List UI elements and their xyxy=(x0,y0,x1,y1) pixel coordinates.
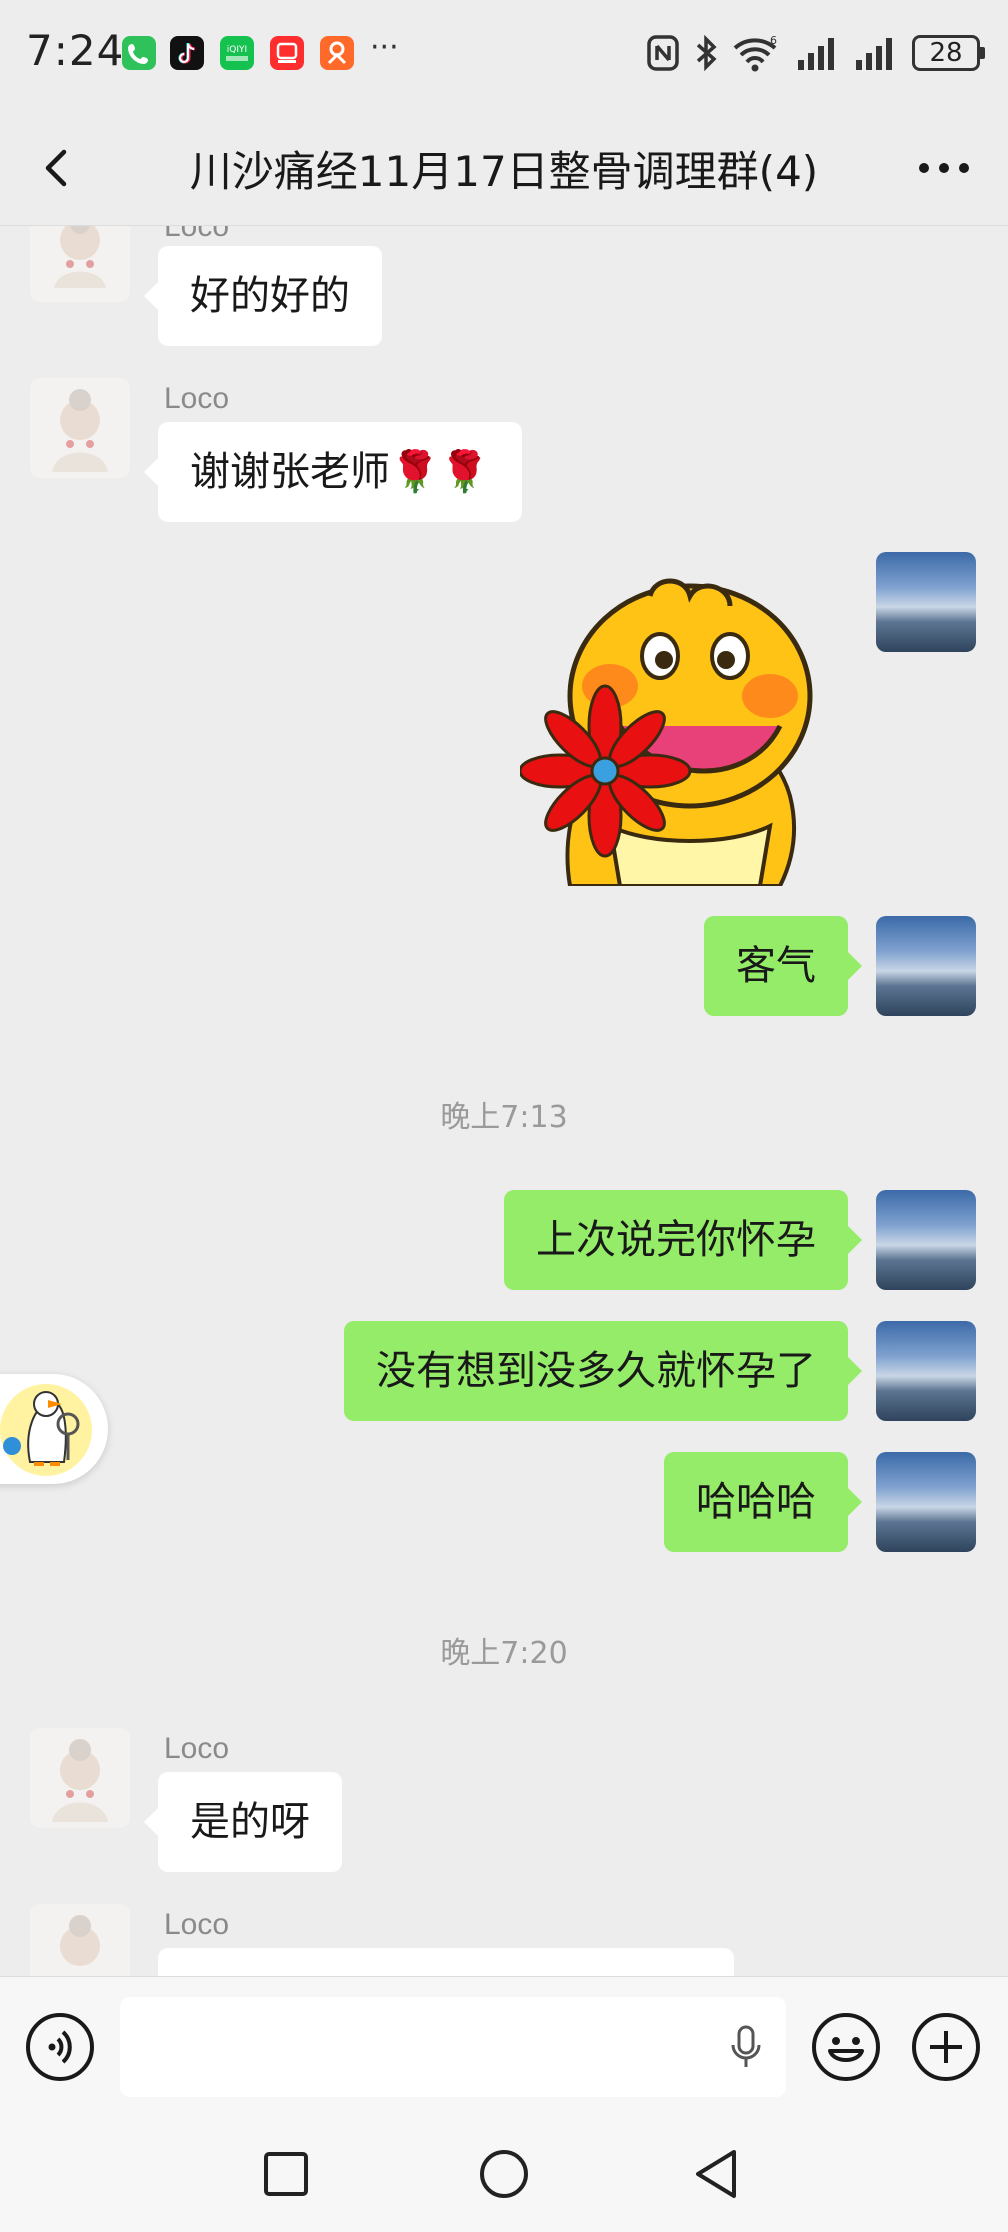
avatar[interactable] xyxy=(30,226,130,302)
plus-icon xyxy=(930,2031,962,2063)
back-triangle-icon[interactable] xyxy=(692,2148,740,2200)
timestamp: 晚上7:20 xyxy=(440,1636,568,1671)
battery-indicator: 28 xyxy=(912,35,985,71)
emoji-button[interactable] xyxy=(812,2013,880,2081)
my-avatar[interactable] xyxy=(876,1452,976,1552)
wifi-icon: 6 xyxy=(733,34,777,72)
home-circle-icon[interactable] xyxy=(478,2148,530,2200)
sender-name: Loco xyxy=(164,1908,230,1941)
input-bar xyxy=(0,1976,1008,2116)
message-bubble[interactable]: 谢谢张老师🌹🌹 xyxy=(144,422,522,522)
status-indicators: 6 28 xyxy=(646,34,985,72)
nfc-icon xyxy=(647,35,679,71)
more-button[interactable] xyxy=(908,138,980,198)
message-bubble[interactable]: 上次说完你怀孕 xyxy=(504,1190,862,1290)
signal-1-icon xyxy=(798,38,834,70)
svg-text:iQIYI: iQIYI xyxy=(227,45,247,55)
sender-name: Loco xyxy=(164,226,230,243)
message-bubble[interactable]: 是的呀 xyxy=(144,1772,342,1872)
message-bubble[interactable] xyxy=(158,1948,734,1976)
taobao-app-icon xyxy=(270,36,304,70)
voice-button[interactable] xyxy=(26,2013,94,2081)
status-bar: 7:24 iQIYI ··· 6 28 xyxy=(0,0,1008,108)
message-bubble[interactable]: 好的好的 xyxy=(144,246,382,346)
mic-icon[interactable] xyxy=(728,2023,764,2071)
message-bubble[interactable]: 没有想到没多久就怀孕了 xyxy=(344,1321,862,1421)
my-avatar[interactable] xyxy=(876,916,976,1016)
back-button[interactable] xyxy=(30,138,90,198)
emoji-icon xyxy=(828,2037,864,2062)
back-arrow-icon xyxy=(45,149,67,187)
avatar[interactable] xyxy=(30,1904,130,1976)
plus-button[interactable] xyxy=(912,2013,980,2081)
message-bubble[interactable]: 客气 xyxy=(704,916,862,1016)
bluetooth-icon xyxy=(696,34,717,72)
duck-mascot-icon xyxy=(0,1384,92,1476)
status-time: 7:24 xyxy=(26,26,125,75)
message-input[interactable] xyxy=(120,1997,786,2097)
more-dots-icon xyxy=(919,163,969,173)
my-avatar[interactable] xyxy=(876,1321,976,1421)
voice-icon xyxy=(48,2030,72,2064)
sender-name: Loco xyxy=(164,382,230,415)
timestamp: 晚上7:13 xyxy=(440,1100,568,1135)
signal-2-icon xyxy=(856,38,892,70)
phone-app-icon xyxy=(122,36,156,70)
message-bubble[interactable]: 哈哈哈 xyxy=(664,1452,862,1552)
sender-name: Loco xyxy=(164,1732,230,1765)
iqiyi-app-icon: iQIYI xyxy=(220,36,254,70)
avatar[interactable] xyxy=(30,1728,130,1828)
tiktok-app-icon xyxy=(170,36,204,70)
chat-title: 川沙痛经11月17日整骨调理群(4) xyxy=(189,147,819,196)
message-list[interactable]: Loco 好的好的 Loco 谢谢张老师🌹🌹 客气 晚上7:13 上次说完你怀孕… xyxy=(0,226,1008,1976)
recents-square-icon[interactable] xyxy=(262,2150,310,2198)
svg-text:6: 6 xyxy=(770,34,777,47)
my-avatar[interactable] xyxy=(876,552,976,652)
meituan-app-icon xyxy=(320,36,354,70)
system-navigation-bar xyxy=(0,2116,1008,2232)
chat-header: 川沙痛经11月17日整骨调理群(4) xyxy=(0,108,1008,226)
floating-assistant-button[interactable] xyxy=(0,1374,108,1484)
avatar[interactable] xyxy=(30,378,130,478)
sticker-image[interactable] xyxy=(518,556,840,888)
status-overflow: ··· xyxy=(370,30,399,65)
my-avatar[interactable] xyxy=(876,1190,976,1290)
